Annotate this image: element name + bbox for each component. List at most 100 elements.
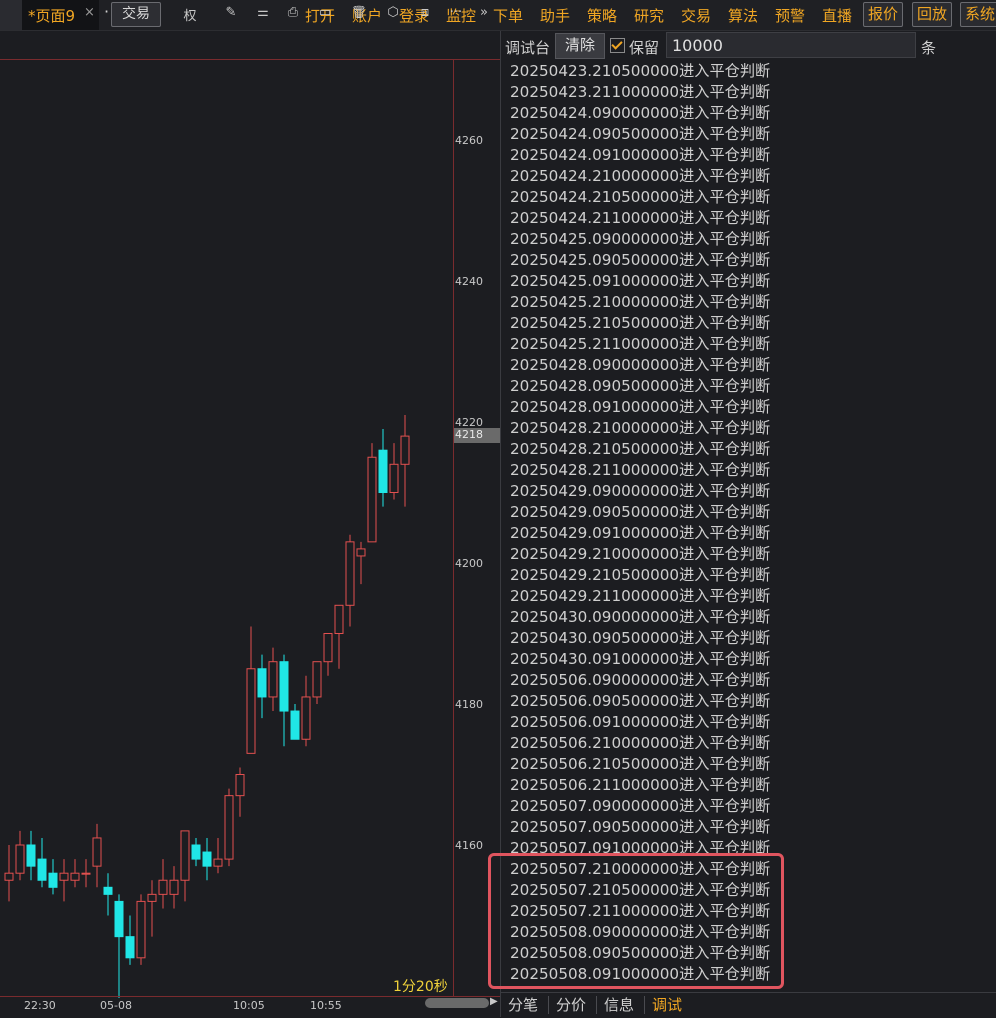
debug-console-title: 调试台 <box>505 39 551 57</box>
candle <box>323 633 333 676</box>
log-line: 20250424.211000000进入平仓判断 <box>510 209 771 227</box>
time-tick: 05-08 <box>100 999 132 1012</box>
debug-log[interactable]: 20250423.210500000进入平仓判断 20250423.2110000… <box>503 61 993 991</box>
settings-sliders-icon[interactable]: ⚌ <box>254 5 272 20</box>
menu-algo[interactable]: 算法 <box>728 5 758 26</box>
candle-body <box>235 774 245 797</box>
tab-strip-edge <box>0 0 22 30</box>
tab-separator <box>596 996 597 1014</box>
log-line: 20250506.090500000进入平仓判断 <box>510 692 771 710</box>
log-line: 20250424.091000000进入平仓判断 <box>510 146 771 164</box>
candle-body <box>312 661 322 698</box>
candle <box>125 915 135 965</box>
candle <box>345 534 355 627</box>
candle <box>378 429 388 507</box>
menu-live[interactable]: 直播 <box>822 5 852 26</box>
candle-body <box>136 900 146 959</box>
expand-icon[interactable]: » <box>475 5 493 20</box>
log-line: 20250424.210500000进入平仓判断 <box>510 188 771 206</box>
price-axis-line <box>453 59 454 997</box>
price-tick: 4160 <box>455 839 483 852</box>
replay-button[interactable]: 回放 <box>912 2 953 27</box>
tab-ticks[interactable]: 分笔 <box>508 994 538 1015</box>
candle <box>213 837 223 874</box>
menu-assistant[interactable]: 助手 <box>540 5 570 26</box>
candle-body <box>356 548 366 557</box>
candle-body <box>48 872 58 888</box>
candle-body <box>26 844 36 867</box>
candle <box>158 859 168 909</box>
log-line: 20250429.211000000进入平仓判断 <box>510 587 771 605</box>
candle-body <box>213 858 223 867</box>
more-icon[interactable]: ··· <box>447 5 465 20</box>
candle-body <box>92 837 102 867</box>
candle <box>246 626 256 754</box>
candle <box>15 830 25 881</box>
shape-icon[interactable]: ⬡ <box>384 5 402 20</box>
log-line: 20250507.090000000进入平仓判断 <box>510 797 771 815</box>
candlestick-chart[interactable] <box>0 60 500 998</box>
candle <box>400 414 410 507</box>
log-line: 20250423.211000000进入平仓判断 <box>510 83 771 101</box>
candle-body <box>158 879 168 895</box>
candle <box>257 654 267 719</box>
box-icon[interactable]: ⧈ <box>416 5 434 20</box>
chart-toolbar <box>0 31 500 59</box>
pencil-icon[interactable]: ✎ <box>222 5 240 20</box>
menu-research[interactable]: 研究 <box>634 5 664 26</box>
keep-label: 保留 <box>629 39 660 57</box>
layout-icon[interactable]: ▭ <box>316 5 334 20</box>
tab-page9[interactable]: *页面9 × <box>22 0 99 30</box>
tab-info[interactable]: 信息 <box>604 994 634 1015</box>
candle <box>334 604 344 669</box>
candle <box>268 647 278 712</box>
log-line: 20250424.090500000进入平仓判断 <box>510 125 771 143</box>
log-line: 20250428.090000000进入平仓判断 <box>510 356 771 374</box>
print-icon[interactable]: ⎙ <box>284 5 302 20</box>
candle <box>224 788 234 867</box>
menu-trade[interactable]: 交易 <box>681 5 711 26</box>
candle-body <box>4 872 14 881</box>
menu-order[interactable]: 下单 <box>493 5 523 26</box>
candle-body <box>70 872 80 881</box>
clear-button[interactable]: 清除 <box>555 33 605 59</box>
log-line: 20250425.090000000进入平仓判断 <box>510 230 771 248</box>
menu-alert[interactable]: 预警 <box>775 5 805 26</box>
candle-body <box>345 541 355 606</box>
log-line: 20250430.091000000进入平仓判断 <box>510 650 771 668</box>
log-line: 20250424.090000000进入平仓判断 <box>510 104 771 122</box>
log-line: 20250428.210500000进入平仓判断 <box>510 440 771 458</box>
log-line: 20250506.210000000进入平仓判断 <box>510 734 771 752</box>
keep-checkbox[interactable] <box>610 38 625 53</box>
highlight-annotation <box>488 853 784 989</box>
log-line: 20250506.210500000进入平仓判断 <box>510 755 771 773</box>
scroll-right-icon[interactable]: ▶ <box>490 996 498 1007</box>
candle-body <box>367 456 377 543</box>
system-button[interactable]: 系统 <box>960 2 996 27</box>
menu-strategy[interactable]: 策略 <box>587 5 617 26</box>
candle-body <box>37 858 47 881</box>
tab-price-distribution[interactable]: 分价 <box>556 994 586 1015</box>
current-price-value: 4218 <box>455 428 483 441</box>
log-line: 20250425.210000000进入平仓判断 <box>510 293 771 311</box>
horizontal-scrollbar[interactable] <box>425 998 489 1008</box>
candle <box>147 880 157 937</box>
candle-body <box>257 668 267 698</box>
trade-button[interactable]: 交易 <box>111 2 161 27</box>
tab-debug[interactable]: 调试 <box>652 994 682 1015</box>
candle <box>235 767 245 817</box>
candle <box>169 866 179 909</box>
candle-body <box>59 872 69 881</box>
timeframe-label[interactable]: 1分20秒 <box>393 976 448 996</box>
adjust-icon[interactable]: 权 <box>181 5 199 24</box>
tab-page9-label: *页面9 <box>28 7 76 25</box>
candle-body <box>290 710 300 740</box>
keep-count-input[interactable]: 10000 <box>666 32 916 58</box>
trash-icon[interactable]: 🗑 <box>350 5 368 19</box>
candle <box>136 894 146 965</box>
close-icon[interactable]: × <box>84 5 95 20</box>
log-line: 20250428.210000000进入平仓判断 <box>510 419 771 437</box>
quote-button[interactable]: 报价 <box>863 2 904 27</box>
candle <box>114 894 124 998</box>
price-tick: 4180 <box>455 698 483 711</box>
